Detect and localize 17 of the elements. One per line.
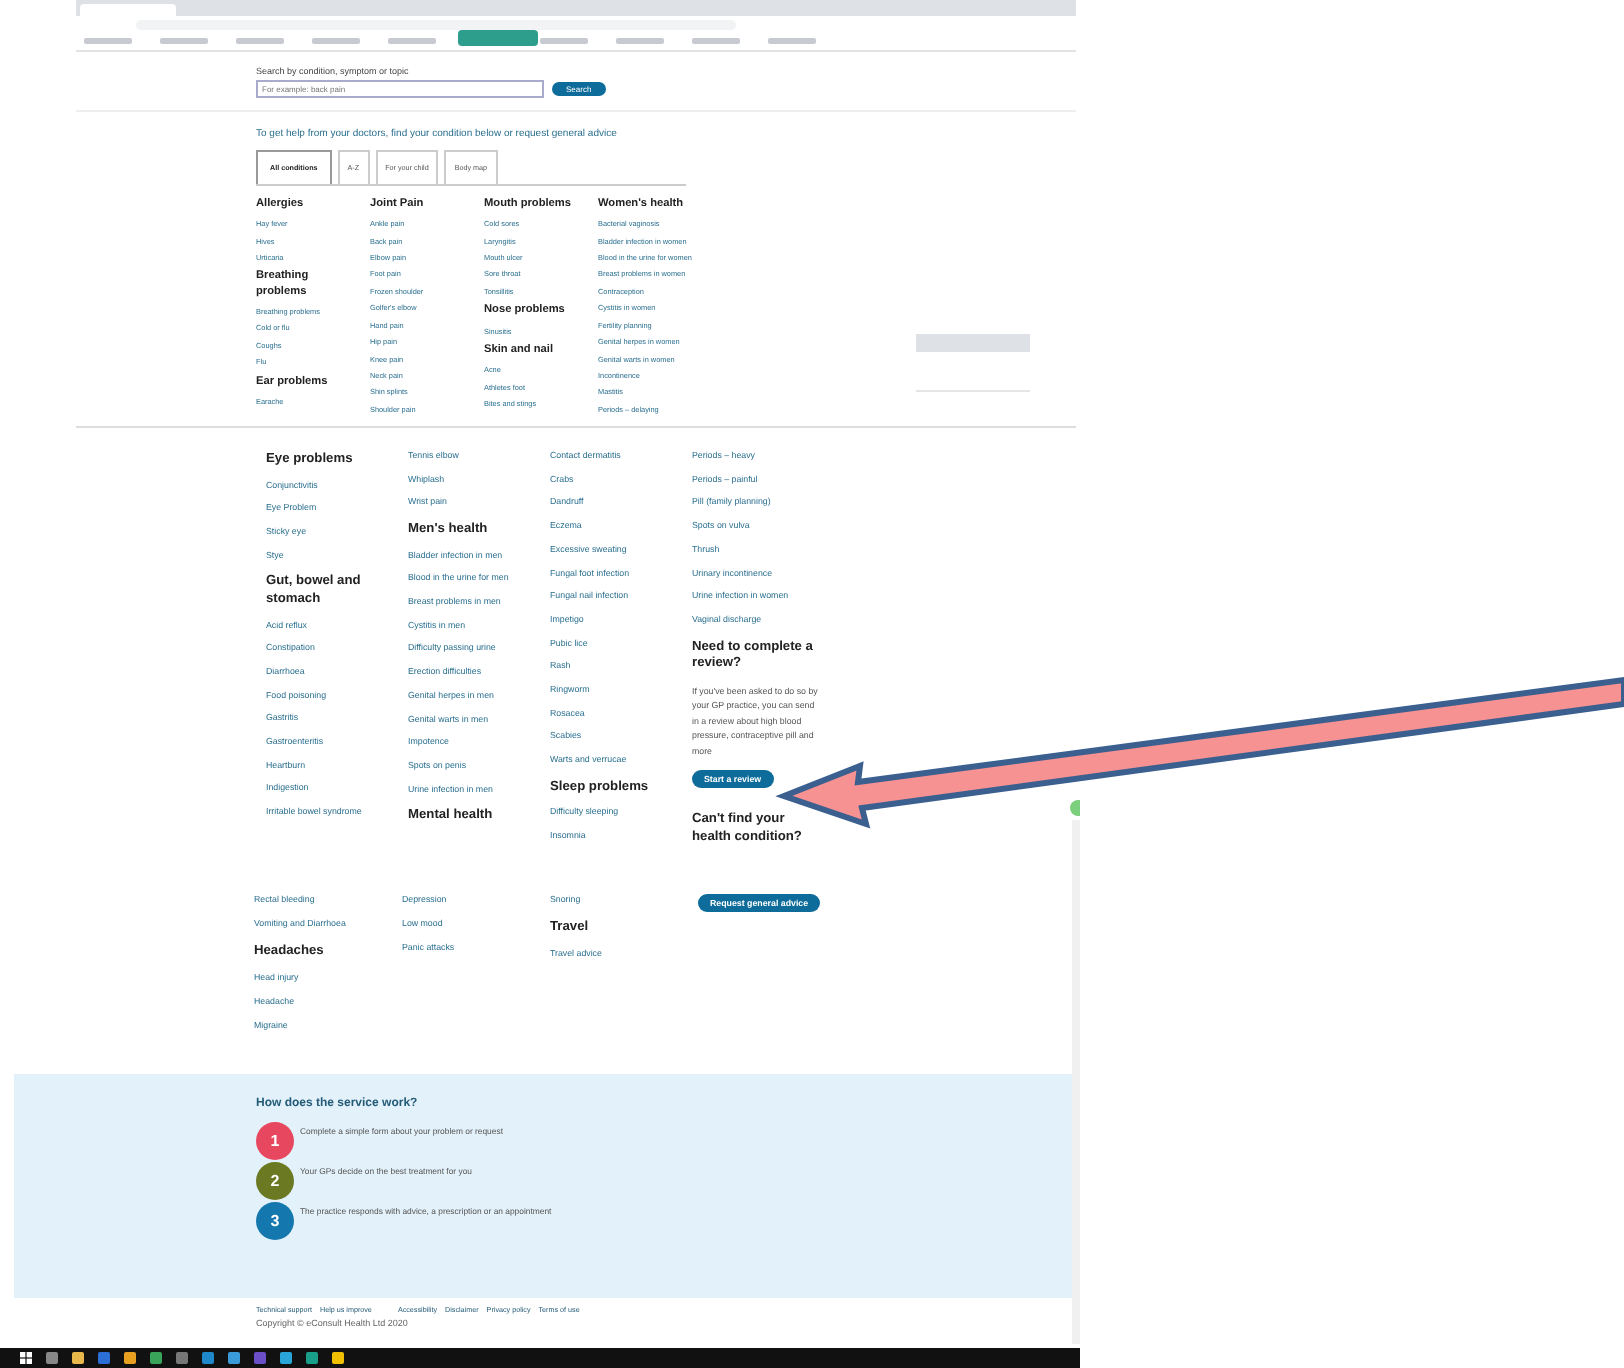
taskbar-app-icon[interactable]	[98, 1352, 110, 1364]
taskbar-app-icon[interactable]	[202, 1352, 214, 1364]
step-number-badge: 3	[256, 1202, 294, 1240]
taskbar-app-icon[interactable]	[254, 1352, 266, 1364]
taskbar-app-icon[interactable]	[306, 1352, 318, 1364]
taskbar-app-icon[interactable]	[280, 1352, 292, 1364]
side-tab-icon[interactable]	[1070, 800, 1080, 816]
taskbar-app-icon[interactable]	[176, 1352, 188, 1364]
taskbar-app-icon[interactable]	[228, 1352, 240, 1364]
taskbar-app-icon[interactable]	[72, 1352, 84, 1364]
taskbar-app-icon[interactable]	[124, 1352, 136, 1364]
taskbar-app-icon[interactable]	[332, 1352, 344, 1364]
step-number-badge: 1	[256, 1122, 294, 1160]
start-icon[interactable]	[20, 1352, 32, 1364]
taskbar-app-icon[interactable]	[46, 1352, 58, 1364]
taskbar-app-icon[interactable]	[150, 1352, 162, 1364]
step-number-badge: 2	[256, 1162, 294, 1200]
